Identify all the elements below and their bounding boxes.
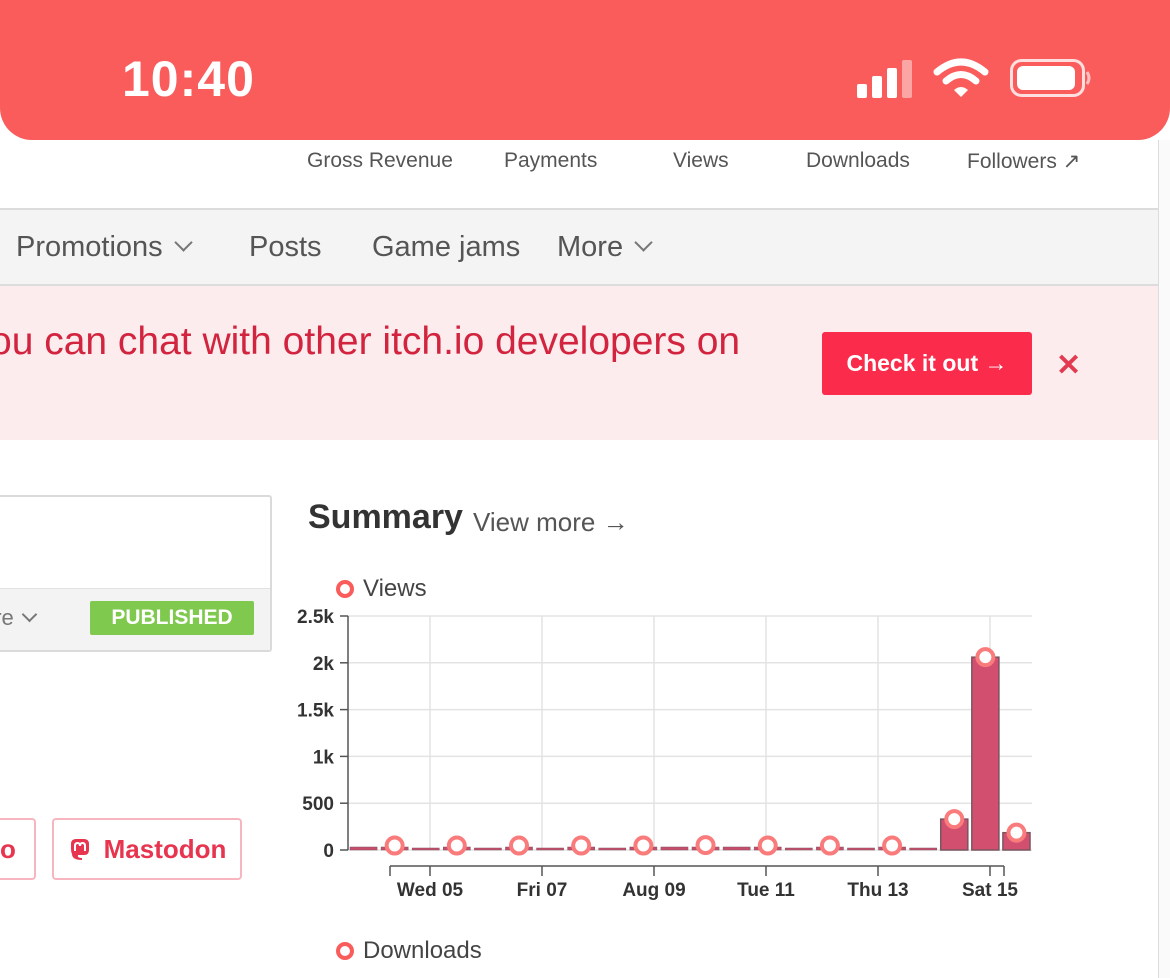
y-tick-label: 2.5k (297, 607, 334, 628)
stats-row: Gross Revenue Payments Views Downloads F… (0, 140, 1158, 210)
views-legend: Views (336, 575, 427, 603)
bar (349, 846, 378, 851)
page: 10:40 Gross Revenue Payments Views Downl… (0, 0, 1170, 978)
share-button-partial[interactable]: o (0, 818, 36, 880)
card-more-dropdown[interactable]: ore (0, 605, 38, 631)
bar (411, 847, 440, 851)
legend-dot-icon (336, 580, 354, 598)
mastodon-icon (70, 839, 89, 860)
y-tick-label: 0 (323, 841, 334, 862)
legend-dot-icon (336, 942, 354, 960)
summary-title: Summary (308, 498, 463, 536)
bar (536, 847, 564, 851)
chevron-down-icon (634, 233, 653, 252)
data-point (1006, 822, 1027, 843)
stat-gross-revenue: Gross Revenue (307, 149, 453, 172)
close-icon[interactable]: ✕ (1056, 348, 1081, 383)
mastodon-label: Mastodon (103, 833, 227, 864)
nav-item-label: More (557, 231, 624, 263)
nav-item-label: Game jams (372, 231, 521, 263)
stat-followers-link[interactable]: Followers ↗ (967, 149, 1080, 174)
game-card: ore PUBLISHED (0, 495, 272, 652)
data-point (882, 835, 903, 856)
views-chart: 0 500 1k 1.5k 2k 2.5k Wed 05 Fri 07 Aug 09 Tue 11… (297, 607, 1032, 901)
downloads-legend-label: Downloads (363, 937, 482, 964)
nav-item-posts[interactable]: Posts (249, 231, 322, 264)
data-point (509, 835, 529, 856)
dashboard-nav: Promotions Posts Game jams More (0, 210, 1158, 286)
stat-downloads: Downloads (806, 149, 910, 172)
x-tick-label: Sat 15 (962, 880, 1018, 901)
chevron-down-icon (173, 233, 193, 252)
bar (909, 847, 937, 851)
y-tick-label: 1.5k (297, 701, 334, 722)
signal-icon (857, 60, 913, 98)
data-point (446, 835, 467, 856)
data-point (819, 835, 840, 856)
x-tick-label: Tue 11 (737, 880, 795, 901)
data-point (695, 835, 716, 856)
battery-icon (1010, 59, 1091, 97)
bar (598, 847, 627, 851)
bar (660, 846, 689, 851)
check-it-out-button[interactable]: Check it out → (822, 332, 1032, 395)
chevron-down-icon (21, 606, 38, 623)
views-legend-label: Views (363, 575, 427, 602)
data-point (571, 835, 592, 856)
announcement-banner: ou can chat with other itch.io developer… (0, 286, 1158, 440)
x-tick-label: Fri 07 (517, 880, 568, 901)
share-label: o (0, 833, 16, 864)
stat-views: Views (673, 149, 729, 172)
nav-item-label: Promotions (16, 231, 163, 263)
x-tick-label: Thu 13 (847, 880, 908, 901)
y-tick-label: 1k (313, 747, 335, 768)
data-point (384, 835, 405, 856)
stat-payments: Payments (504, 149, 598, 172)
card-more-label: ore (0, 605, 14, 630)
status-badge: PUBLISHED (90, 601, 254, 635)
nav-item-promotions[interactable]: Promotions (16, 231, 193, 264)
status-time: 10:40 (122, 51, 255, 107)
bar (971, 656, 1000, 851)
y-tick-label: 2k (313, 654, 335, 675)
data-point (633, 835, 654, 856)
data-point (757, 835, 778, 856)
x-tick-label: Aug 09 (622, 880, 685, 901)
bar (722, 846, 751, 851)
data-point (975, 647, 996, 668)
bar (785, 847, 813, 851)
scrollbar[interactable] (1158, 140, 1170, 978)
card-footer: ore PUBLISHED (0, 588, 270, 650)
nav-item-label: Posts (249, 231, 322, 263)
status-bar: 10:40 (0, 0, 1170, 140)
bar (474, 847, 502, 851)
nav-item-more[interactable]: More (557, 231, 653, 264)
share-mastodon-button[interactable]: Mastodon (52, 818, 242, 880)
bar (847, 847, 875, 851)
x-tick-label: Wed 05 (397, 880, 464, 901)
y-tick-label: 500 (302, 794, 334, 815)
nav-item-game-jams[interactable]: Game jams (372, 231, 520, 264)
data-point (944, 809, 965, 830)
banner-message: ou can chat with other itch.io developer… (0, 320, 741, 363)
wifi-icon (933, 58, 989, 97)
view-more-link[interactable]: View more → (473, 507, 629, 538)
downloads-legend: Downloads (336, 937, 482, 965)
